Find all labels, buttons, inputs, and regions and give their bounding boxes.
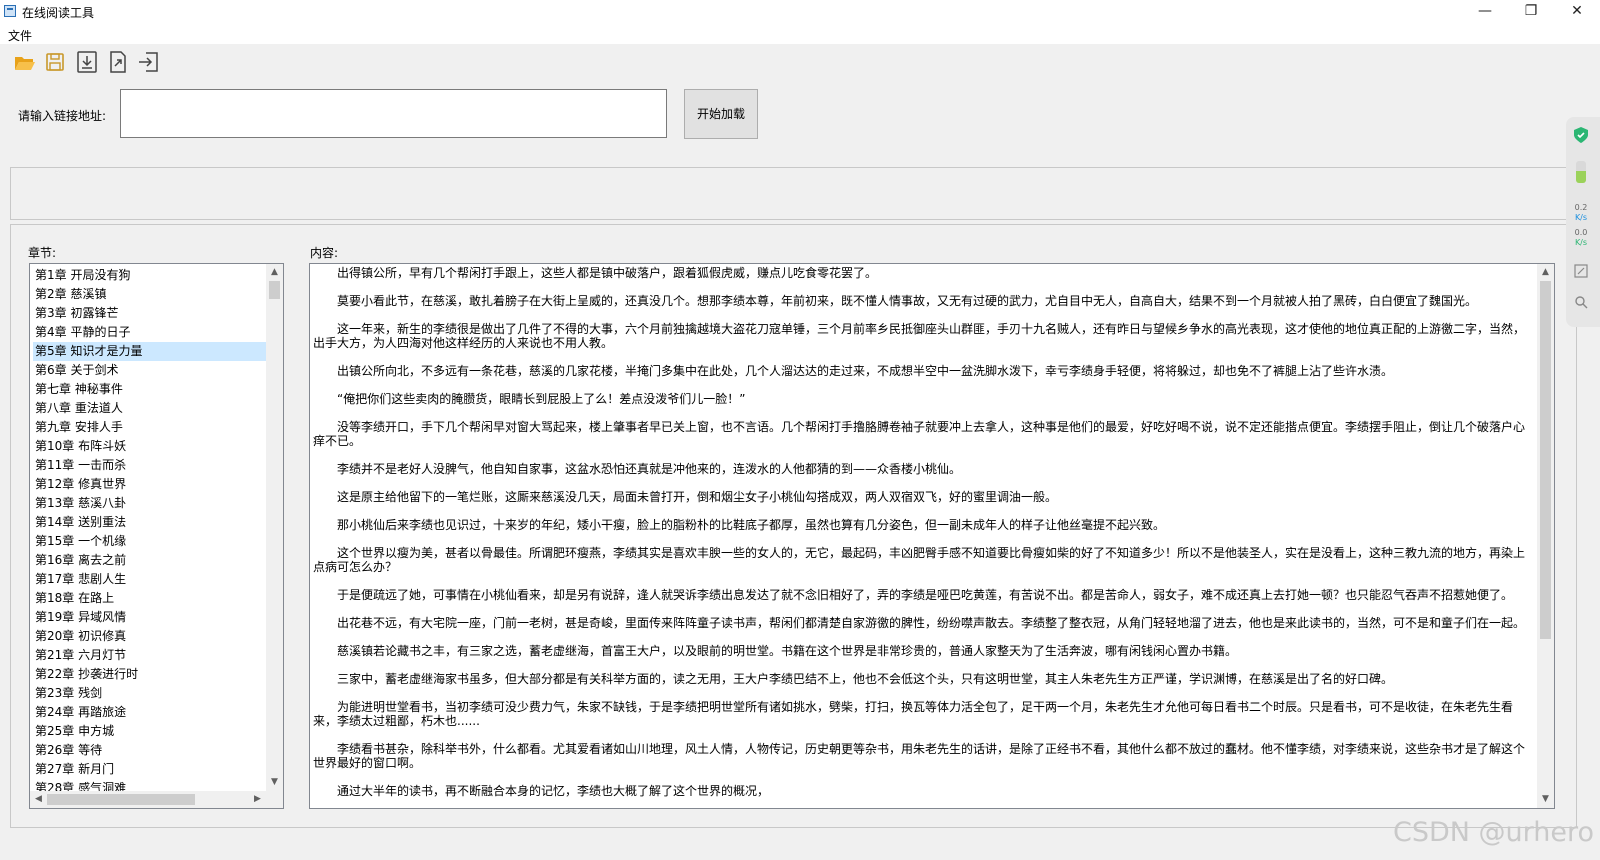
scroll-thumb[interactable]: [47, 794, 195, 805]
maximize-button[interactable]: ❐: [1508, 0, 1554, 24]
exit-icon[interactable]: [136, 50, 160, 74]
title-bar: 在线阅读工具 — ❐ ✕: [0, 0, 1600, 24]
chapter-list-item[interactable]: 第12章 修真世界: [33, 475, 268, 494]
download-icon[interactable]: [75, 50, 99, 74]
open-folder-icon[interactable]: [13, 50, 37, 74]
chapter-list-item[interactable]: 第6章 关于剑术: [33, 361, 268, 380]
memory-gauge-icon: [1566, 161, 1596, 183]
search-icon[interactable]: [1566, 295, 1596, 311]
scroll-down-icon[interactable]: ▼: [266, 774, 283, 791]
export-icon[interactable]: [106, 50, 130, 74]
chapters-label: 章节:: [28, 246, 57, 260]
save-icon[interactable]: [43, 50, 67, 74]
scroll-up-icon[interactable]: ▲: [1537, 264, 1554, 281]
chapter-list-item[interactable]: 第11章 一击而杀: [33, 456, 268, 475]
content-paragraph: 慈溪镇若论藏书之丰，有三家之选，蓄老虚继海，首富王大户，以及眼前的明世堂。书籍在…: [337, 644, 1238, 658]
scroll-left-icon[interactable]: ◀: [30, 791, 47, 808]
chapter-list-item[interactable]: 第4章 平静的日子: [33, 323, 268, 342]
content-paragraph: 出得镇公所，早有几个帮闲打手跟上，这些人都是镇中破落户，跟着狐假虎威，赚点儿吃食…: [337, 266, 878, 280]
status-panel: [10, 167, 1577, 220]
app-icon: [4, 5, 16, 17]
chapter-list-horizontal-scrollbar[interactable]: ◀ ▶: [30, 791, 266, 808]
content-paragraph: 这一年来，新生的李绩很是做出了几件了不得的大事，六个月前独擒越境大盗花刀寇单锤，…: [313, 322, 1526, 350]
chapter-list-item[interactable]: 第九章 安排人手: [33, 418, 268, 437]
chapter-list-item[interactable]: 第1章 开局没有狗: [33, 266, 268, 285]
start-load-button[interactable]: 开始加载: [684, 89, 758, 139]
chapter-list-item[interactable]: 第16章 离去之前: [33, 551, 268, 570]
chapter-list-item[interactable]: 第20章 初识修真: [33, 627, 268, 646]
chapter-list-item[interactable]: 第七章 神秘事件: [33, 380, 268, 399]
upload-unit: K/s: [1574, 213, 1588, 222]
chapter-list-item[interactable]: 第23章 残剑: [33, 684, 268, 703]
chapter-list-item[interactable]: 第5章 知识才是力量: [33, 342, 268, 361]
content-paragraph: 三家中，蓄老虚继海家书虽多，但大部分都是有关科举方面的，读之无用，王大户李绩巴结…: [337, 672, 1394, 686]
url-input[interactable]: [120, 89, 667, 138]
chapter-list-item[interactable]: 第21章 六月灯节: [33, 646, 268, 665]
close-button[interactable]: ✕: [1554, 0, 1600, 24]
window-title: 在线阅读工具: [22, 6, 95, 20]
scroll-up-icon[interactable]: ▲: [266, 264, 283, 281]
scrollbar-corner: [266, 791, 283, 808]
download-unit: K/s: [1574, 238, 1588, 247]
upload-speed: 0.2: [1574, 203, 1588, 212]
content-paragraph: 出镇公所向北，不多远有一条花巷，慈溪的几家花楼，半掩门多集中在此处，几个人溜达达…: [337, 364, 1394, 378]
chapter-list-item[interactable]: 第10章 布阵斗妖: [33, 437, 268, 456]
content-paragraph: “俺把你们这些卖肉的腌臜货，眼睛长到屁股上了么！差点没泼爷们儿一脸！”: [337, 392, 746, 406]
shield-icon: [1566, 127, 1596, 145]
chapter-list-item[interactable]: 第2章 慈溪镇: [33, 285, 268, 304]
scroll-thumb[interactable]: [269, 281, 280, 299]
chapter-list-item[interactable]: 第14章 送别重法: [33, 513, 268, 532]
menu-file[interactable]: 文件: [8, 27, 32, 44]
content-paragraph: 出花巷不远，有大宅院一座，门前一老树，甚是奇峻，里面传来阵阵童子读书声，帮闲们都…: [337, 616, 1526, 630]
content-paragraph: 李绩看书甚杂，除科举书外，什么都看。尤其爱看诸如山川地理，风土人情，人物传记，历…: [313, 742, 1526, 770]
content-paragraph: 李绩并不是老好人没脾气，他自知自家事，这盆水恐怕还真就是冲他来的，连泼水的人他都…: [337, 462, 962, 476]
chapter-list-item[interactable]: 第25章 申方城: [33, 722, 268, 741]
chapter-list-item[interactable]: 第3章 初露锋芒: [33, 304, 268, 323]
chapter-list-item[interactable]: 第13章 慈溪八卦: [33, 494, 268, 513]
content-paragraph: 这是原主给他留下的一笔烂账，这厮来慈溪没几天，局面未曾打开，倒和烟尘女子小桃仙勾…: [337, 490, 1058, 504]
chapter-list-item[interactable]: 第18章 在路上: [33, 589, 268, 608]
content-paragraph: 通过大半年的读书，再不断融合本身的记忆，李绩也大概了解了这个世界的概况，: [337, 784, 770, 798]
scroll-right-icon[interactable]: ▶: [249, 791, 266, 808]
chapter-list-item[interactable]: 第26章 等待: [33, 741, 268, 760]
content-paragraph: 莫要小看此节，在慈溪，敢扎着膀子在大街上呈威的，还真没几个。想那李绩本尊，年前初…: [337, 294, 1478, 308]
chapter-list-item[interactable]: 第19章 异域风情: [33, 608, 268, 627]
content-paragraph: 为能进明世堂看书，当初李绩可没少费力气，朱家不缺钱，于是李绩把明世堂所有诸如挑水…: [313, 700, 1514, 728]
content-paragraph: 于是便疏远了她，可事情在小桃仙看来，却是另有说辞，逢人就哭诉李绩出息发达了就不念…: [337, 588, 1514, 602]
chapter-list-item[interactable]: 第27章 新月门: [33, 760, 268, 779]
screenshot-icon[interactable]: [1566, 264, 1596, 280]
chapter-list-item[interactable]: 第15章 一个机缘: [33, 532, 268, 551]
scroll-thumb[interactable]: [1540, 281, 1551, 639]
content-vertical-scrollbar[interactable]: ▲ ▼: [1537, 264, 1554, 808]
menu-bar: 文件: [0, 24, 1600, 44]
chapter-list-item[interactable]: 第24章 再踏旅途: [33, 703, 268, 722]
download-speed: 0.0: [1574, 228, 1588, 237]
content-text-area[interactable]: 出得镇公所，早有几个帮闲打手跟上，这些人都是镇中破落户，跟着狐假虎威，赚点儿吃食…: [309, 263, 1555, 809]
toolbar: [0, 44, 1600, 78]
scroll-down-icon[interactable]: ▼: [1537, 791, 1554, 808]
network-speed-widget[interactable]: 0.2 K/s 0.0 K/s: [1566, 117, 1600, 327]
content-paragraph: 没等李绩开口，手下几个帮闲早对窗大骂起来，楼上肇事者早已关上窗，也不言语。几个帮…: [313, 420, 1526, 448]
chapter-list[interactable]: 第1章 开局没有狗 第2章 慈溪镇 第3章 初露锋芒 第4章 平静的日子 第5章 知识才…: [29, 263, 284, 809]
content-label: 内容:: [310, 246, 339, 260]
content-paragraph: 这个世界以瘦为美，甚者以骨最佳。所谓肥环瘦燕，李绩其实是喜欢丰腴一些的女人的，无…: [313, 546, 1526, 574]
chapter-list-item[interactable]: 第22章 抄袭进行时: [33, 665, 268, 684]
minimize-button[interactable]: —: [1462, 0, 1508, 24]
chapter-list-item[interactable]: 第17章 悲剧人生: [33, 570, 268, 589]
chapter-list-item[interactable]: 第八章 重法道人: [33, 399, 268, 418]
chapter-list-vertical-scrollbar[interactable]: ▲ ▼: [266, 264, 283, 791]
url-label: 请输入链接地址:: [18, 109, 107, 123]
content-paragraph: 那小桃仙后来李绩也见识过，十来岁的年纪，矮小干瘦，脸上的脂粉朴的比鞋底子都厚，虽…: [337, 518, 1166, 532]
content-text: 出得镇公所，早有几个帮闲打手跟上，这些人都是镇中破落户，跟着狐假虎威，赚点儿吃食…: [313, 266, 1533, 808]
watermark: CSDN @urhero: [1393, 817, 1595, 848]
